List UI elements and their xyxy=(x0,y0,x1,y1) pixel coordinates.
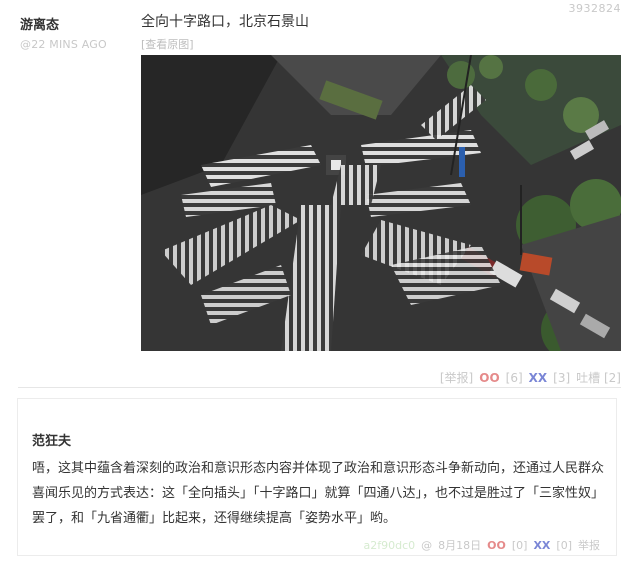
xx-button[interactable]: XX xyxy=(529,371,548,385)
comment-oo-count: [0] xyxy=(511,539,528,552)
comment-box: 范狂夫 唔，这其中蕴含着深刻的政治和意识形态内容并体现了政治和意识形态斗争新动向… xyxy=(17,398,617,556)
comment-date: 8月18日 xyxy=(438,539,482,552)
comment-author[interactable]: 范狂夫 xyxy=(32,430,71,449)
intersection-photo xyxy=(141,55,621,351)
comment-hash: a2f90dc0 xyxy=(363,539,416,552)
post-text: 全向十字路口，北京石景山 xyxy=(141,14,309,30)
comment-xx-count: [0] xyxy=(556,539,572,552)
post-image[interactable] xyxy=(141,55,621,351)
post-content: 全向十字路口，北京石景山 [查看原图] xyxy=(141,13,621,52)
post-timestamp[interactable]: @22 MINS AGO xyxy=(20,38,140,51)
report-button[interactable]: [举报] xyxy=(440,369,473,386)
post-divider xyxy=(18,387,621,388)
comment-report-button[interactable]: 举报 xyxy=(578,537,600,553)
post-author-block: 游离态 @22 MINS AGO xyxy=(20,14,140,51)
post-author-name[interactable]: 游离态 xyxy=(20,14,140,33)
view-original-link[interactable]: [查看原图] xyxy=(141,36,194,52)
comment-meta: a2f90dc0 @ 8月18日 OO [0] XX [0] 举报 xyxy=(364,537,601,553)
comment-at: @ xyxy=(421,539,433,552)
post-actions: [举报] OO [6] XX [3] 吐槽 [2] xyxy=(440,369,621,386)
comment-xx-button[interactable]: XX xyxy=(533,539,550,552)
oo-count: [6] xyxy=(505,371,523,385)
tucao-button[interactable]: 吐槽 [2] xyxy=(576,369,621,386)
comment-oo-button[interactable]: OO xyxy=(487,539,506,552)
xx-count: [3] xyxy=(553,371,571,385)
comment-text: 唔，这其中蕴含着深刻的政治和意识形态内容并体现了政治和意识形态斗争新动向，还通过… xyxy=(32,461,605,526)
oo-button[interactable]: OO xyxy=(479,371,499,385)
